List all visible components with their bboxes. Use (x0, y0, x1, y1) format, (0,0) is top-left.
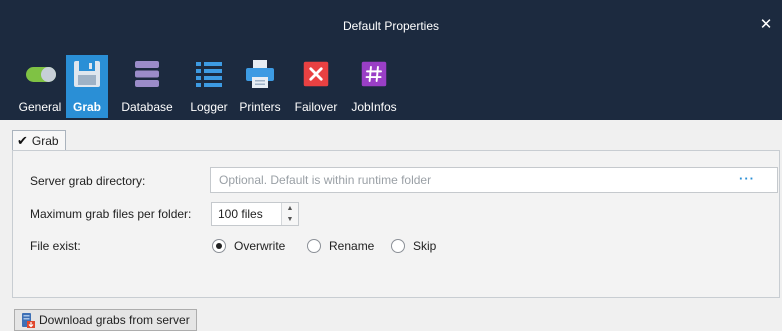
database-icon (135, 61, 159, 87)
tab-label-printers: Printers (239, 100, 281, 114)
close-icon[interactable]: ✕ (756, 15, 776, 35)
server-dir-input[interactable] (210, 167, 778, 193)
spin-down-icon[interactable]: ▼ (282, 214, 298, 225)
spin-up-icon[interactable]: ▲ (282, 203, 298, 214)
radio-skip-circle (391, 239, 405, 253)
tab-printers[interactable]: Printers (236, 55, 284, 118)
browse-ellipsis-button[interactable]: ··· (735, 170, 759, 190)
tab-logger[interactable]: Logger (186, 55, 232, 118)
checkmark-icon: ✔ (17, 132, 28, 148)
tab-general[interactable]: General (14, 55, 66, 118)
radio-overwrite-label: Overwrite (234, 239, 286, 253)
download-grabs-label: Download grabs from server (39, 313, 190, 327)
download-grabs-button[interactable]: Download grabs from server (14, 309, 197, 331)
tab-grab[interactable]: Grab (66, 55, 108, 118)
tab-label-grab: Grab (72, 100, 101, 114)
radio-overwrite-circle (212, 239, 226, 253)
window-header: Default Properties ✕ General Grab Databa… (0, 0, 782, 120)
radio-skip[interactable]: Skip (391, 237, 436, 255)
max-files-spinner[interactable]: 100 files ▲ ▼ (211, 202, 299, 226)
tab-database[interactable]: Database (118, 55, 176, 118)
server-dir-label: Server grab directory: (30, 174, 146, 188)
max-files-value: 100 files (218, 207, 263, 221)
radio-rename-circle (307, 239, 321, 253)
tab-label-jobinfos: JobInfos (351, 100, 397, 114)
file-exist-label: File exist: (30, 239, 81, 253)
list-icon (196, 62, 222, 87)
printer-icon (246, 60, 274, 88)
radio-rename-label: Rename (329, 239, 375, 253)
radio-rename[interactable]: Rename (307, 237, 374, 255)
save-icon (74, 61, 100, 87)
tab-jobinfos[interactable]: JobInfos (347, 55, 401, 118)
tab-label-database: Database (121, 100, 173, 114)
grab-checkbox-label: Grab (31, 133, 59, 148)
spinner-buttons: ▲ ▼ (281, 203, 298, 225)
failover-x-icon (303, 61, 329, 87)
tab-label-general: General (18, 100, 62, 114)
tab-failover[interactable]: Failover (291, 55, 341, 118)
tab-label-failover: Failover (294, 100, 338, 114)
radio-overwrite[interactable]: Overwrite (212, 237, 285, 255)
hash-icon (361, 61, 387, 87)
max-files-label: Maximum grab files per folder: (30, 207, 192, 221)
tab-label-logger: Logger (190, 100, 228, 114)
download-server-icon (22, 313, 35, 328)
toggle-icon (26, 67, 56, 82)
window-title: Default Properties (342, 19, 440, 33)
grab-checkbox[interactable]: ✔ Grab (12, 130, 66, 150)
radio-skip-label: Skip (413, 239, 437, 253)
